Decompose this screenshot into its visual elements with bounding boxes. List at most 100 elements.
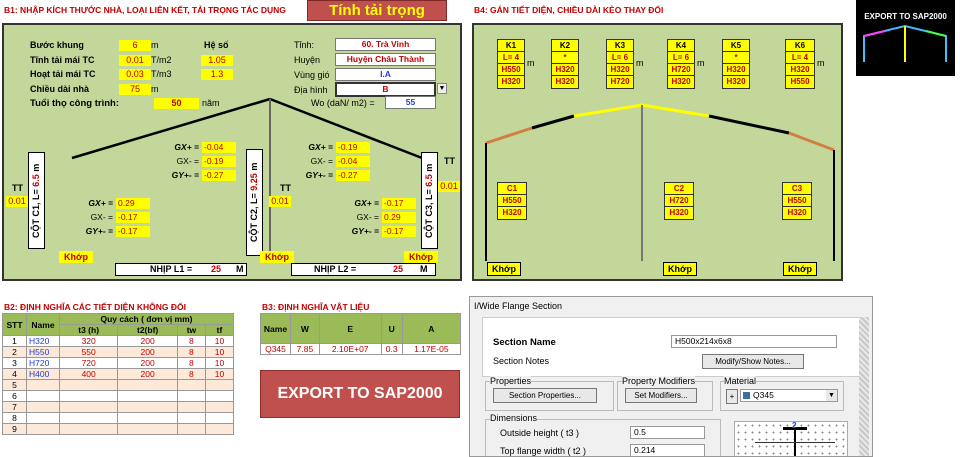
- material-select[interactable]: Q345 ▼: [740, 389, 838, 402]
- column-c2-section[interactable]: C2 H720 H320: [664, 182, 694, 220]
- row-value[interactable]: 550: [58, 346, 119, 358]
- coef-lb-gy[interactable]: -0.17: [116, 226, 150, 237]
- row-value[interactable]: [58, 379, 119, 391]
- tt-right-value[interactable]: 0.01: [438, 181, 460, 192]
- add-material-button[interactable]: +: [726, 389, 738, 404]
- row-value[interactable]: 200: [117, 335, 178, 347]
- row-value[interactable]: 8: [176, 346, 206, 358]
- row-value[interactable]: [204, 390, 235, 402]
- coef-lb-gx-minus[interactable]: -0.17: [116, 212, 150, 223]
- section-properties-button[interactable]: Section Properties...: [493, 388, 597, 403]
- row-value[interactable]: [117, 401, 178, 413]
- mat-w[interactable]: 7.85: [290, 343, 320, 355]
- row-value[interactable]: [117, 390, 178, 402]
- row-value[interactable]: [204, 423, 235, 435]
- row-name[interactable]: H320: [26, 335, 60, 347]
- row-value[interactable]: 10: [204, 346, 235, 358]
- row-value[interactable]: [204, 412, 235, 424]
- support-left[interactable]: Khớp: [59, 251, 93, 263]
- row-name[interactable]: [26, 423, 60, 435]
- row-value[interactable]: 200: [117, 346, 178, 358]
- row-value[interactable]: 10: [204, 357, 235, 369]
- row-value[interactable]: [117, 423, 178, 435]
- coef-lb-gy-label: GY+- =: [85, 226, 113, 236]
- row-value[interactable]: 200: [117, 368, 178, 380]
- dialog-scrollbar[interactable]: [859, 317, 869, 456]
- coef-rt-gx-minus[interactable]: -0.04: [336, 156, 370, 167]
- coef-rb-gy[interactable]: -0.17: [382, 226, 416, 237]
- row-value[interactable]: 10: [204, 335, 235, 347]
- row-value[interactable]: 8: [176, 335, 206, 347]
- table-row: 9: [2, 423, 235, 435]
- row-value[interactable]: 10: [204, 368, 235, 380]
- support-mid[interactable]: Khớp: [260, 251, 294, 263]
- support-right[interactable]: Khớp: [404, 251, 438, 263]
- sap2000-logo[interactable]: EXPORT TO SAP2000: [856, 0, 955, 76]
- set-modifiers-button[interactable]: Set Modifiers...: [625, 388, 697, 403]
- coef-lb-gx-plus[interactable]: 0.29: [116, 198, 150, 209]
- coef-lt-gy[interactable]: -0.27: [202, 170, 236, 181]
- coef-rt-gx-minus-label: GX- =: [310, 156, 333, 166]
- top-flange-input[interactable]: 0.214: [630, 444, 705, 456]
- row-value[interactable]: 8: [176, 368, 206, 380]
- row-value[interactable]: 720: [58, 357, 119, 369]
- mat-name[interactable]: Q345: [260, 343, 291, 355]
- rafter-k3[interactable]: K3 L= 6 H320 H720: [606, 39, 634, 89]
- row-value[interactable]: [204, 379, 235, 391]
- row-name[interactable]: H720: [26, 357, 60, 369]
- rafter-k4[interactable]: K4 L= 6 H720 H320: [667, 39, 695, 89]
- coef-rt-gy[interactable]: -0.27: [336, 170, 370, 181]
- row-value[interactable]: [176, 412, 206, 424]
- row-value[interactable]: [58, 412, 119, 424]
- b4-support-mid[interactable]: Khớp: [663, 262, 697, 276]
- column-c1-section[interactable]: C1 H550 H320: [497, 182, 527, 220]
- coef-rt-gx-plus[interactable]: -0.19: [336, 142, 370, 153]
- row-value[interactable]: 8: [176, 357, 206, 369]
- row-name[interactable]: [26, 412, 60, 424]
- rafter-k2[interactable]: K2 * H320 H320: [551, 39, 579, 89]
- tt-mid-value[interactable]: 0.01: [269, 196, 291, 207]
- coef-lt-gx-minus[interactable]: -0.19: [202, 156, 236, 167]
- col-tw: tw: [176, 324, 206, 336]
- row-name[interactable]: [26, 379, 60, 391]
- export-sap2000-button[interactable]: EXPORT TO SAP2000: [260, 370, 460, 418]
- calc-load-button[interactable]: Tính tải trọng: [307, 0, 447, 21]
- row-value[interactable]: [58, 423, 119, 435]
- rafter-k5[interactable]: K5 * H320 H320: [722, 39, 750, 89]
- row-value[interactable]: [117, 412, 178, 424]
- b4-support-left[interactable]: Khớp: [487, 262, 521, 276]
- row-value[interactable]: [176, 423, 206, 435]
- coef-rt-gy-label: GY+- =: [305, 170, 333, 180]
- tt-left-value[interactable]: 0.01: [6, 196, 28, 207]
- row-value[interactable]: 400: [58, 368, 119, 380]
- coef-rb-gx-plus[interactable]: -0.17: [382, 198, 416, 209]
- mat-e[interactable]: 2.10E+07: [318, 343, 382, 355]
- section-name-input[interactable]: H500x214x6x8: [671, 335, 837, 348]
- row-name[interactable]: [26, 401, 60, 413]
- row-value[interactable]: [176, 379, 206, 391]
- rafter-k1[interactable]: K1 L= 4 H550 H320: [497, 39, 525, 89]
- b4-support-right[interactable]: Khớp: [783, 262, 817, 276]
- coef-lt-gx-plus[interactable]: -0.04: [202, 142, 236, 153]
- coef-rb-gx-minus[interactable]: 0.29: [382, 212, 416, 223]
- row-value[interactable]: [204, 401, 235, 413]
- row-value[interactable]: 200: [117, 357, 178, 369]
- b4-title: B4: GÁN TIẾT DIỆN, CHIỀU DÀI KÈO THAY ĐỔ…: [474, 5, 664, 15]
- row-value[interactable]: [117, 379, 178, 391]
- row-value[interactable]: [176, 390, 206, 402]
- modify-notes-button[interactable]: Modify/Show Notes...: [702, 354, 804, 369]
- rafter-k6[interactable]: K6 L= 4 H320 H550: [785, 39, 815, 89]
- row-name[interactable]: H550: [26, 346, 60, 358]
- row-name[interactable]: H400: [26, 368, 60, 380]
- column-c3-section[interactable]: C3 H550 H320: [782, 182, 812, 220]
- rafter-k6-unit: m: [817, 58, 825, 68]
- row-stt: 7: [2, 401, 27, 413]
- mat-u[interactable]: 0.3: [380, 343, 403, 355]
- mat-a[interactable]: 1.17E-05: [401, 343, 462, 355]
- outside-height-input[interactable]: 0.5: [630, 426, 705, 439]
- row-name[interactable]: [26, 390, 60, 402]
- row-value[interactable]: [176, 401, 206, 413]
- row-value[interactable]: [58, 401, 119, 413]
- row-value[interactable]: 320: [58, 335, 119, 347]
- row-value[interactable]: [58, 390, 119, 402]
